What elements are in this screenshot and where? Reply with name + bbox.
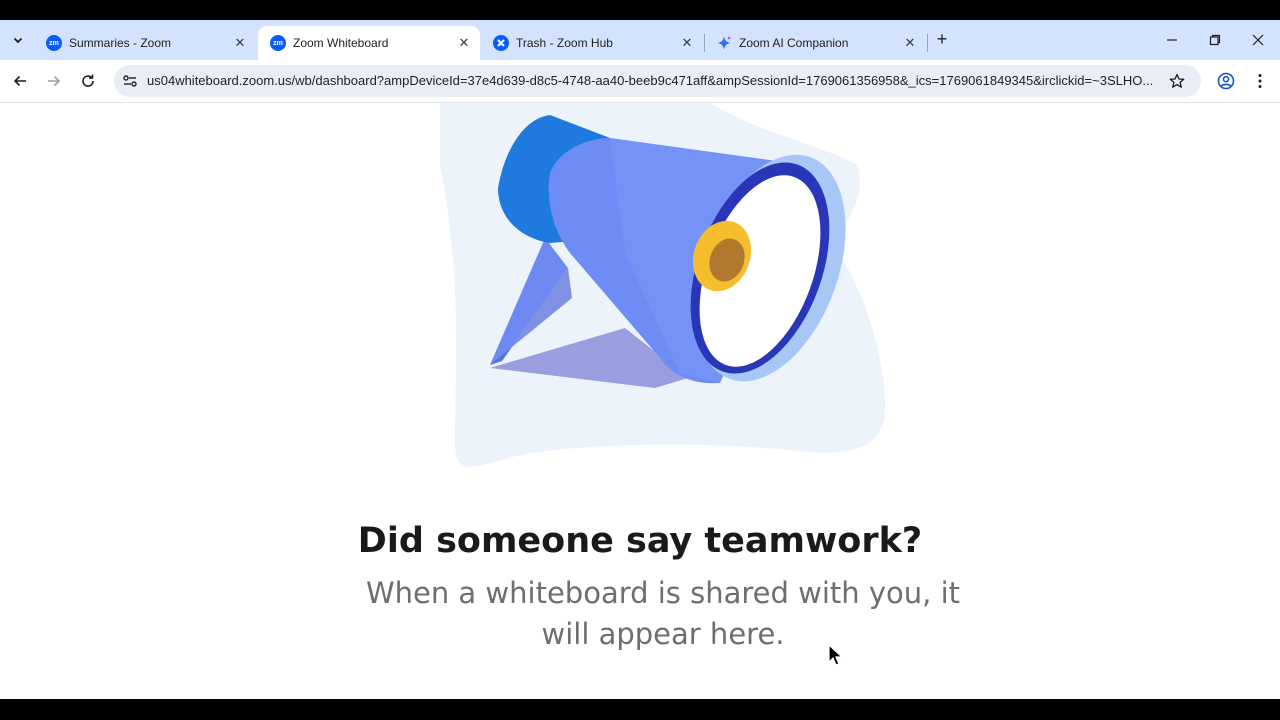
site-info-icon[interactable] bbox=[120, 71, 140, 91]
restore-button[interactable] bbox=[1203, 28, 1227, 52]
tab-divider bbox=[927, 34, 928, 52]
tab-zoom-ai-companion[interactable]: Zoom AI Companion ✕ bbox=[704, 26, 926, 60]
browser-window: zm Summaries - Zoom ✕ zm Zoom Whiteboard… bbox=[0, 20, 1280, 699]
back-button[interactable] bbox=[8, 69, 32, 93]
tab-strip: zm Summaries - Zoom ✕ zm Zoom Whiteboard… bbox=[0, 20, 1280, 60]
browser-menu-button[interactable] bbox=[1248, 69, 1272, 93]
empty-state-title: Did someone say teamwork? bbox=[357, 521, 923, 561]
reload-button[interactable] bbox=[76, 69, 100, 93]
bookmark-star-icon[interactable] bbox=[1167, 71, 1187, 91]
profile-button[interactable] bbox=[1214, 69, 1238, 93]
mouse-cursor-icon bbox=[828, 644, 844, 666]
reload-icon bbox=[82, 74, 94, 87]
close-tab-icon[interactable]: ✕ bbox=[679, 35, 695, 51]
zoom-icon: zm bbox=[270, 35, 286, 51]
minimize-button[interactable] bbox=[1160, 28, 1184, 52]
new-tab-button[interactable]: + bbox=[932, 30, 952, 50]
megaphone-illustration bbox=[440, 103, 885, 467]
account-icon bbox=[1217, 72, 1235, 90]
minimize-icon bbox=[1167, 39, 1177, 41]
close-window-button[interactable] bbox=[1246, 28, 1270, 52]
browser-toolbar: us04whiteboard.zoom.us/wb/dashboard?ampD… bbox=[0, 60, 1280, 103]
zoom-icon: zm bbox=[46, 35, 62, 51]
ai-sparkle-icon bbox=[716, 35, 732, 51]
tab-title: Summaries - Zoom bbox=[69, 36, 172, 50]
restore-icon bbox=[1209, 34, 1221, 46]
chevron-down-icon bbox=[13, 37, 23, 44]
close-tab-icon[interactable]: ✕ bbox=[232, 35, 248, 51]
whiteboard-dashboard: Did someone say teamwork? When a whitebo… bbox=[0, 103, 1280, 699]
zoom-hub-icon bbox=[493, 35, 509, 51]
tab-trash-zoom-hub[interactable]: Trash - Zoom Hub ✕ bbox=[481, 26, 703, 60]
address-bar[interactable]: us04whiteboard.zoom.us/wb/dashboard?ampD… bbox=[114, 65, 1201, 97]
close-icon bbox=[1252, 34, 1264, 46]
forward-button[interactable] bbox=[42, 69, 66, 93]
arrow-right-icon bbox=[48, 75, 61, 87]
more-vertical-icon bbox=[1258, 74, 1262, 88]
tab-title: Zoom Whiteboard bbox=[293, 36, 389, 50]
close-tab-icon[interactable]: ✕ bbox=[456, 35, 472, 51]
tab-summaries-zoom[interactable]: zm Summaries - Zoom ✕ bbox=[34, 26, 256, 60]
tab-zoom-whiteboard[interactable]: zm Zoom Whiteboard ✕ bbox=[258, 26, 480, 60]
arrow-left-icon bbox=[13, 75, 26, 87]
empty-state-message: When a whiteboard is shared with you, it… bbox=[365, 576, 961, 651]
url-text[interactable]: us04whiteboard.zoom.us/wb/dashboard?ampD… bbox=[147, 73, 1157, 88]
tab-search-button[interactable] bbox=[6, 29, 30, 51]
close-tab-icon[interactable]: ✕ bbox=[902, 35, 918, 51]
tab-title: Zoom AI Companion bbox=[739, 36, 849, 50]
tab-title: Trash - Zoom Hub bbox=[516, 36, 613, 50]
